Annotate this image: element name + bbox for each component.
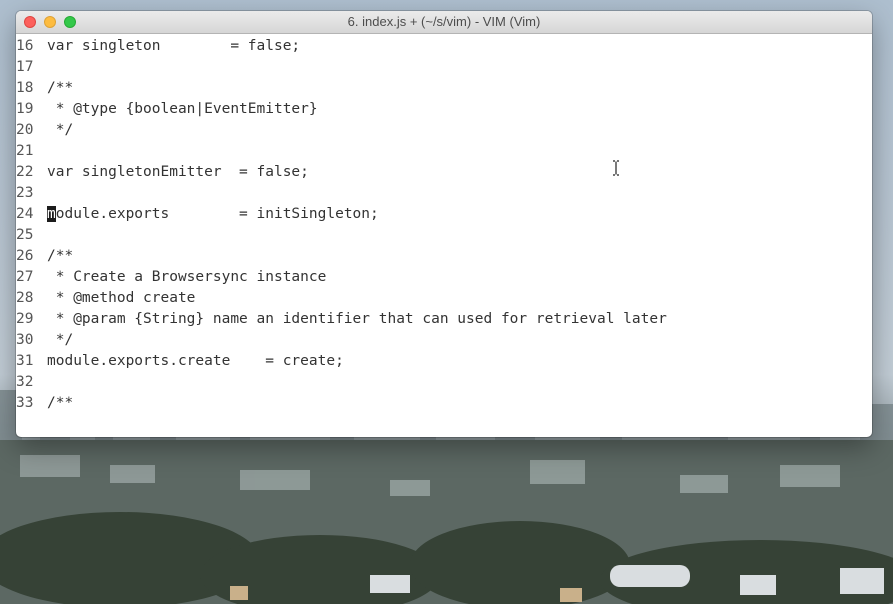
editor-line[interactable]: 17 (16, 57, 872, 78)
editor-line[interactable]: 31 module.exports.create = create; (16, 351, 872, 372)
line-number: 23 (16, 185, 34, 201)
line-number: 30 (16, 332, 34, 348)
line-number: 26 (16, 248, 34, 264)
editor-buffer[interactable]: 16 var singleton = false; 17 18 /** 19 * @typ… (16, 34, 872, 414)
line-number: 33 (16, 395, 34, 411)
line-number: 25 (16, 227, 34, 243)
editor-line[interactable]: 21 (16, 141, 872, 162)
editor-line[interactable]: 32 (16, 372, 872, 393)
editor-line[interactable]: 25 (16, 225, 872, 246)
editor-line[interactable]: 26 /** (16, 246, 872, 267)
line-number: 17 (16, 59, 34, 75)
editor-line[interactable]: 16 var singleton = false; (16, 36, 872, 57)
line-text: * Create a Browsersync instance (47, 269, 327, 285)
editor-line[interactable]: 24 module.exports = initSingleton; (16, 204, 872, 225)
editor-line[interactable]: 29 * @param {String} name an identifier … (16, 309, 872, 330)
line-number: 32 (16, 374, 34, 390)
editor-line[interactable]: 28 * @method create (16, 288, 872, 309)
line-number: 16 (16, 38, 34, 54)
editor-line[interactable]: 27 * Create a Browsersync instance (16, 267, 872, 288)
editor-line[interactable]: 20 */ (16, 120, 872, 141)
line-text: * @type {boolean|EventEmitter} (47, 101, 318, 117)
vim-window: 6. index.js + (~/s/vim) - VIM (Vim) 16 va… (16, 11, 872, 437)
line-number: 28 (16, 290, 34, 306)
line-text: * @method create (47, 290, 196, 306)
editor-line[interactable]: 33 /** (16, 393, 872, 414)
editor-line[interactable]: 19 * @type {boolean|EventEmitter} (16, 99, 872, 120)
editor-line[interactable]: 30 */ (16, 330, 872, 351)
line-number: 27 (16, 269, 34, 285)
editor-line[interactable]: 18 /** (16, 78, 872, 99)
line-number: 21 (16, 143, 34, 159)
line-text: var singleton = false; (47, 38, 301, 54)
line-text: var singletonEmitter = false; (47, 164, 309, 180)
editor-line[interactable]: 23 (16, 183, 872, 204)
line-number: 31 (16, 353, 34, 369)
text-cursor-icon (613, 160, 619, 176)
line-number: 29 (16, 311, 34, 327)
line-text: */ (47, 332, 74, 348)
line-number: 22 (16, 164, 34, 180)
line-number: 24 (16, 206, 34, 222)
title-bar[interactable]: 6. index.js + (~/s/vim) - VIM (Vim) (16, 11, 872, 34)
editor-line[interactable]: 22 var singletonEmitter = false; (16, 162, 872, 183)
line-text: /** (47, 248, 74, 264)
line-number: 20 (16, 122, 34, 138)
line-number: 18 (16, 80, 34, 96)
line-number: 19 (16, 101, 34, 117)
line-text: */ (47, 122, 74, 138)
line-text: odule.exports = initSingleton; (55, 206, 379, 222)
block-cursor: m (47, 206, 56, 222)
line-text: * @param {String} name an identifier tha… (47, 311, 667, 327)
line-text: module.exports.create = create; (47, 353, 344, 369)
window-title: 6. index.js + (~/s/vim) - VIM (Vim) (347, 14, 541, 29)
line-text: /** (47, 80, 74, 96)
line-text: /** (47, 395, 74, 411)
